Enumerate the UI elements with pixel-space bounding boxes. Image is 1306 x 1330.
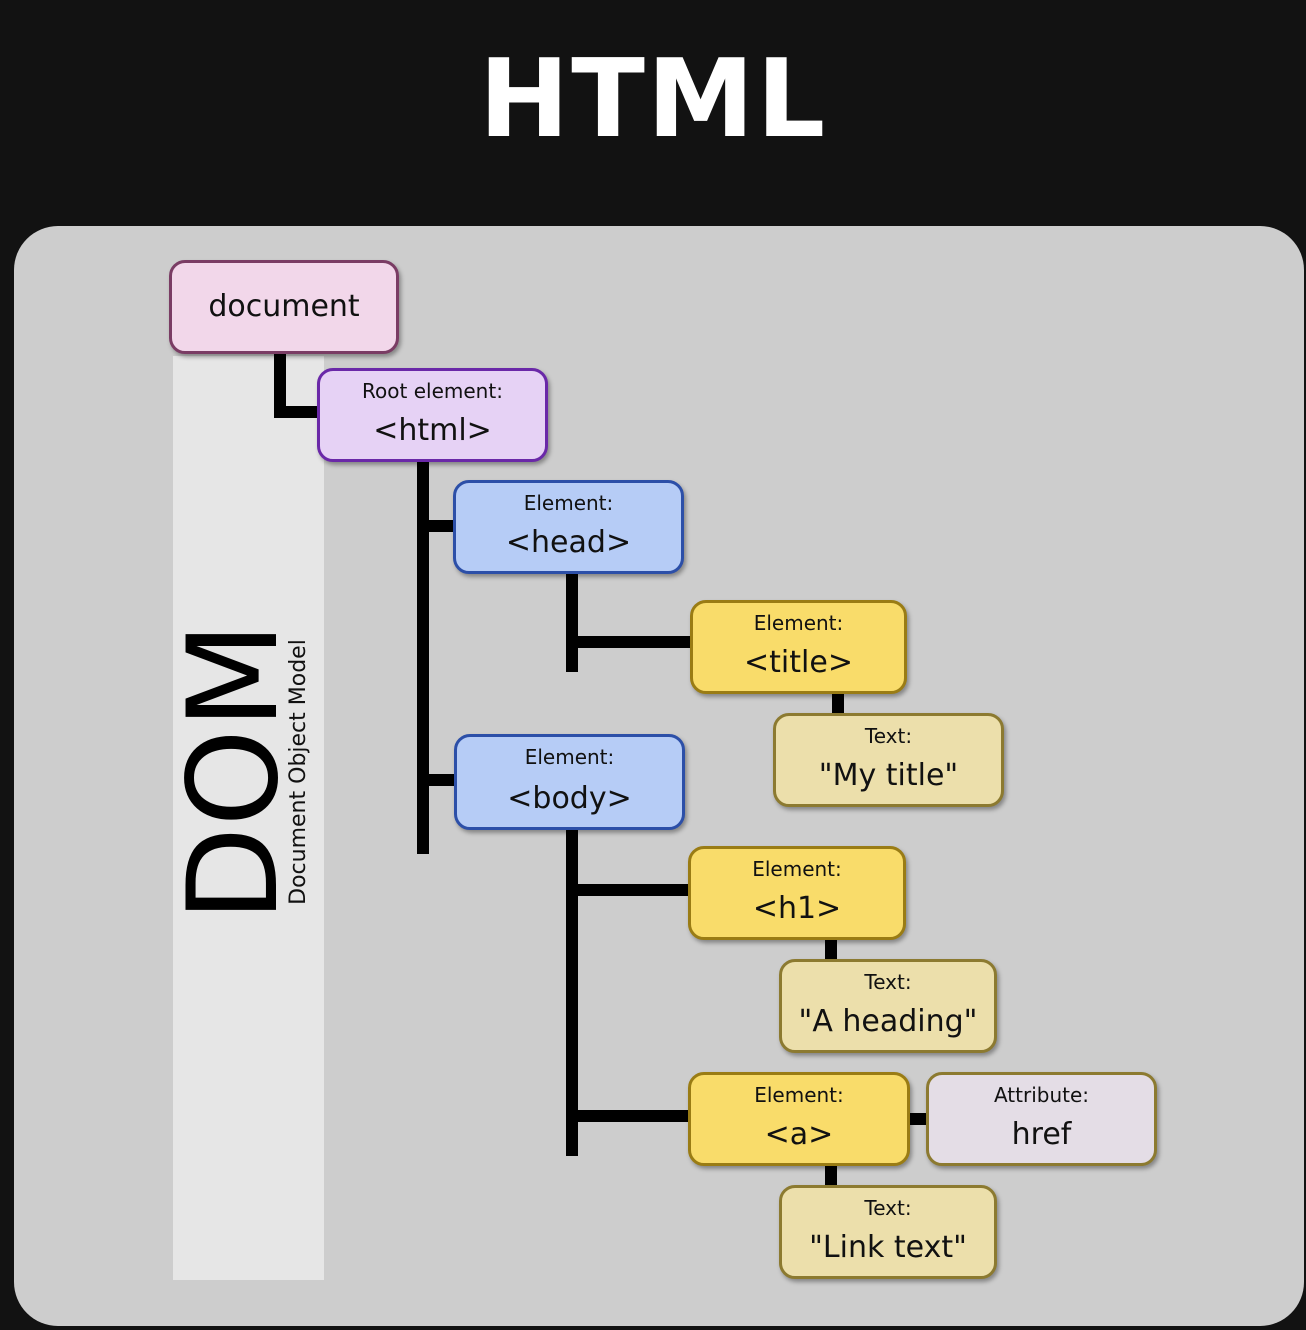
node-body-value: <body> bbox=[507, 781, 632, 816]
node-a-attribute-value: href bbox=[1011, 1117, 1072, 1152]
node-document: document bbox=[169, 260, 399, 354]
node-html-kind: Root element: bbox=[362, 379, 503, 403]
node-title-kind: Element: bbox=[753, 611, 844, 635]
page-title: HTML bbox=[478, 37, 828, 162]
node-head: Element: <head> bbox=[453, 480, 684, 574]
node-body: Element: <body> bbox=[454, 734, 685, 830]
node-a-attribute: Attribute: href bbox=[926, 1072, 1157, 1166]
node-h1-text: Text: "A heading" bbox=[779, 959, 997, 1053]
node-h1-value: <h1> bbox=[752, 891, 842, 926]
page: HTML DOM Document Object Model document … bbox=[0, 0, 1306, 1330]
node-title-text-kind: Text: bbox=[864, 724, 913, 748]
node-title: Element: <title> bbox=[690, 600, 907, 694]
node-a-attribute-kind: Attribute: bbox=[993, 1083, 1090, 1107]
connector-document-html bbox=[274, 352, 320, 418]
node-body-kind: Element: bbox=[524, 745, 615, 769]
node-h1-kind: Element: bbox=[752, 857, 842, 881]
dom-diagram-panel: DOM Document Object Model document Root … bbox=[14, 226, 1304, 1326]
node-document-value: document bbox=[208, 289, 360, 324]
node-html: Root element: <html> bbox=[317, 368, 548, 462]
node-a: Element: <a> bbox=[688, 1072, 910, 1166]
node-title-value: <title> bbox=[744, 645, 853, 680]
node-head-kind: Element: bbox=[523, 491, 614, 515]
node-title-text: Text: "My title" bbox=[773, 713, 1004, 807]
node-a-text: Text: "Link text" bbox=[779, 1185, 997, 1279]
node-title-text-value: "My title" bbox=[818, 758, 959, 793]
node-h1-text-kind: Text: bbox=[864, 970, 912, 994]
node-a-text-value: "Link text" bbox=[809, 1230, 967, 1265]
node-h1-text-value: "A heading" bbox=[798, 1004, 978, 1039]
node-h1: Element: <h1> bbox=[688, 846, 906, 940]
node-a-text-kind: Text: bbox=[864, 1196, 912, 1220]
node-a-kind: Element: bbox=[754, 1083, 844, 1107]
node-a-value: <a> bbox=[764, 1117, 834, 1152]
node-html-value: <html> bbox=[373, 413, 492, 448]
node-head-value: <head> bbox=[505, 525, 632, 560]
